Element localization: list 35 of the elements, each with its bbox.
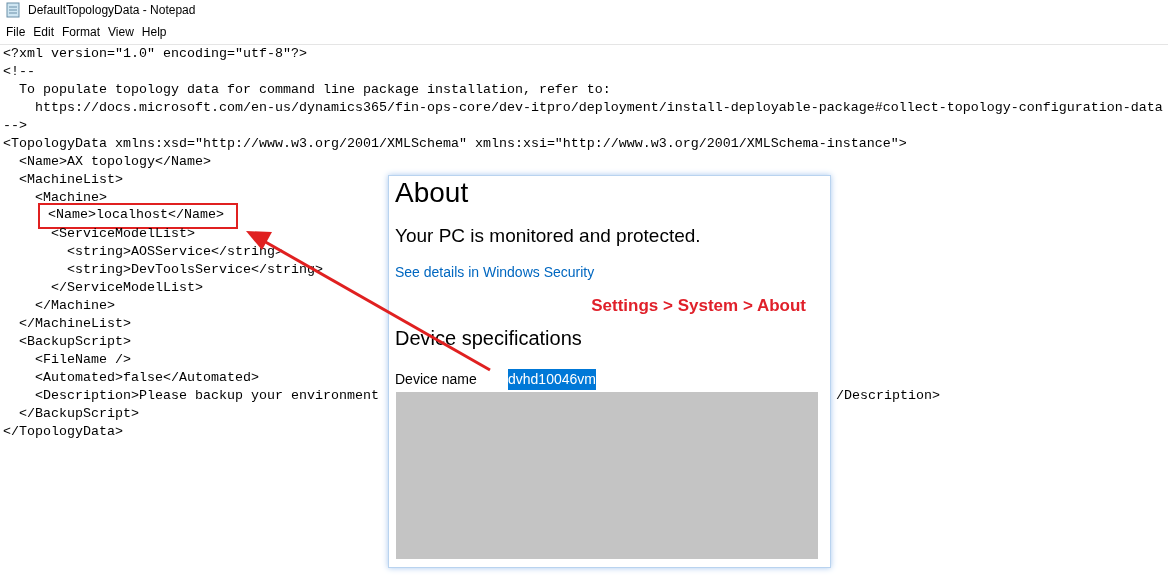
window-title: DefaultTopologyData - Notepad	[28, 2, 196, 19]
menu-item[interactable]: Edit	[29, 23, 59, 41]
code-line: /Description>	[836, 387, 940, 405]
annotation: Settings > System > About	[591, 295, 806, 317]
menu-item[interactable]: Help	[137, 23, 171, 41]
spec-label: Device name	[395, 369, 478, 389]
security-status: Your PC is monitored and protected.	[395, 224, 702, 248]
code-line: <BackupScript>	[18, 333, 131, 351]
spec-value: dvhd10046vm	[508, 368, 596, 390]
windows-security-link[interactable]: See details in Windows Security	[395, 262, 595, 283]
code-line: </TopologyData>	[2, 423, 123, 441]
code-line: <MachineList>	[18, 171, 123, 189]
code-line: <Machine>	[34, 189, 107, 207]
code-line: <?xml version="1.0" encoding="utf-8"?>	[2, 45, 307, 63]
code-line: <Automated>false</Automated>	[34, 369, 259, 387]
code-line: To populate topology data for command line package installation, refer to:	[18, 81, 611, 99]
code-line: </Machine>	[34, 297, 115, 315]
page-title: About	[395, 176, 470, 210]
code-line: </BackupScript>	[18, 405, 139, 423]
code-line: <FileName />	[34, 351, 131, 369]
code-line: <!--	[2, 63, 35, 81]
menu-item[interactable]: File	[2, 23, 30, 41]
code-line: <Name>AX topology</Name>	[18, 153, 211, 171]
code-line: </ServiceModelList>	[50, 279, 203, 297]
menu-item[interactable]: Format	[58, 23, 105, 41]
notepad-icon	[6, 2, 20, 18]
code-line: https://docs.microsoft.com/en-us/dynamics365/fin-ops-core/dev-itpro/deployment/install-deployable-package#collect-topology-configuration-data	[34, 99, 1163, 117]
menu-item[interactable]: View	[104, 23, 138, 41]
code-line: <TopologyData xmlns:xsd="http://www.w3.org/2001/XMLSchema" xmlns:xsi="http://www.w3.org/2001/XMLSchema-instance">	[2, 135, 907, 153]
code-line: <string>AOSService</string>	[66, 243, 283, 261]
code-line: <ServiceModelList>	[50, 225, 195, 243]
code-line: </MachineList>	[18, 315, 131, 333]
code-line: <Description>Please backup your environment	[34, 387, 379, 405]
code-line: <Name>localhost</Name>	[40, 205, 236, 227]
code-line: -->	[2, 117, 27, 135]
